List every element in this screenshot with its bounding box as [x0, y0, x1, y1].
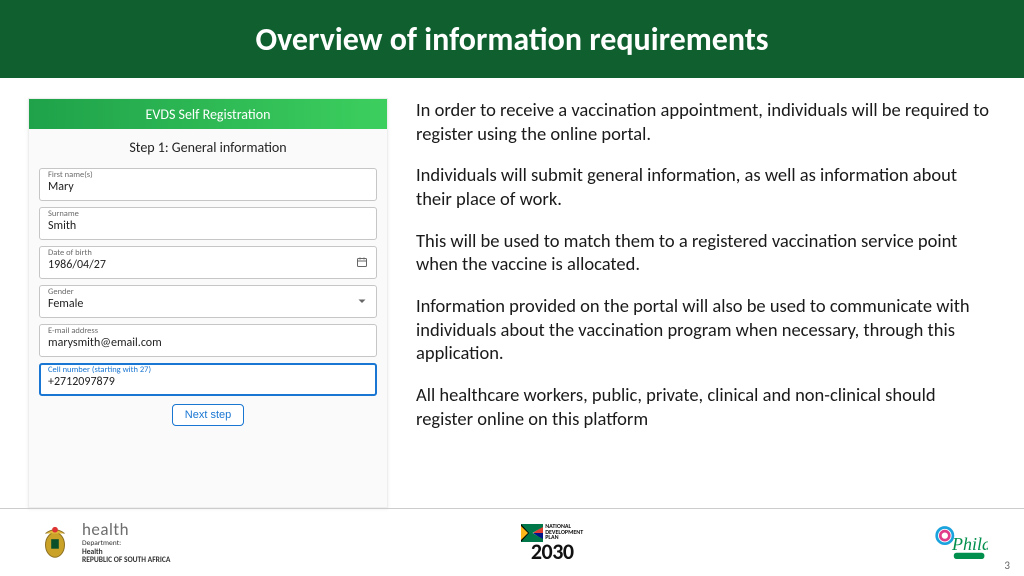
email-label: E-mail address: [48, 327, 368, 336]
health-dept-line3: REPUBLIC OF SOUTH AFRICA: [82, 557, 170, 566]
ndp-year: 2030: [531, 542, 574, 562]
health-text: health Department: Health REPUBLIC OF SO…: [82, 519, 170, 566]
surname-field[interactable]: Surname Smith: [39, 207, 377, 240]
paragraph: In order to receive a vaccination appoin…: [416, 98, 996, 145]
footer: health Department: Health REPUBLIC OF SO…: [0, 508, 1024, 576]
dob-field[interactable]: Date of birth 1986/04/27: [39, 246, 377, 279]
svg-text:Phila: Phila: [951, 534, 988, 554]
registration-form: EVDS Self Registration Step 1: General i…: [28, 98, 388, 508]
ndp-logo: NATIONAL DEVELOPMENT PLAN 2030: [521, 524, 583, 562]
health-word: health: [82, 519, 170, 540]
page-number: 3: [1004, 559, 1010, 572]
gender-field[interactable]: Gender Female: [39, 285, 377, 318]
dob-label: Date of birth: [48, 249, 368, 258]
gender-label: Gender: [48, 288, 368, 297]
first-name-value: Mary: [48, 180, 368, 196]
next-step-wrap: Next step: [29, 404, 387, 426]
first-name-field[interactable]: First name(s) Mary: [39, 168, 377, 201]
phila-logo: Phila: [934, 523, 988, 563]
gender-value: Female: [48, 297, 368, 313]
paragraph: All healthcare workers, public, private,…: [416, 383, 996, 430]
surname-label: Surname: [48, 210, 368, 219]
chevron-down-icon[interactable]: [356, 295, 368, 307]
cell-number-value: +2712097879: [48, 375, 368, 391]
health-logo: health Department: Health REPUBLIC OF SO…: [36, 519, 170, 566]
title-bar: Overview of information requirements: [0, 0, 1024, 78]
first-name-label: First name(s): [48, 171, 368, 180]
dob-value: 1986/04/27: [48, 258, 368, 274]
paragraph: Individuals will submit general informat…: [416, 163, 996, 210]
email-field[interactable]: E-mail address marysmith@email.com: [39, 324, 377, 357]
email-value: marysmith@email.com: [48, 336, 368, 352]
next-step-button[interactable]: Next step: [172, 404, 244, 426]
slide-title: Overview of information requirements: [255, 20, 768, 59]
form-step-title: Step 1: General information: [29, 129, 387, 162]
surname-value: Smith: [48, 219, 368, 235]
paragraph: Information provided on the portal will …: [416, 294, 996, 365]
coat-of-arms-icon: [36, 524, 74, 562]
calendar-icon[interactable]: [356, 256, 368, 268]
description-column: In order to receive a vaccination appoin…: [416, 98, 996, 508]
form-header: EVDS Self Registration: [29, 99, 387, 129]
cell-number-field[interactable]: Cell number (starting with 27) +27120978…: [39, 363, 377, 396]
paragraph: This will be used to match them to a reg…: [416, 229, 996, 276]
slide-body: EVDS Self Registration Step 1: General i…: [0, 78, 1024, 508]
slide: Overview of information requirements EVD…: [0, 0, 1024, 576]
cell-number-label: Cell number (starting with 27): [48, 366, 368, 375]
